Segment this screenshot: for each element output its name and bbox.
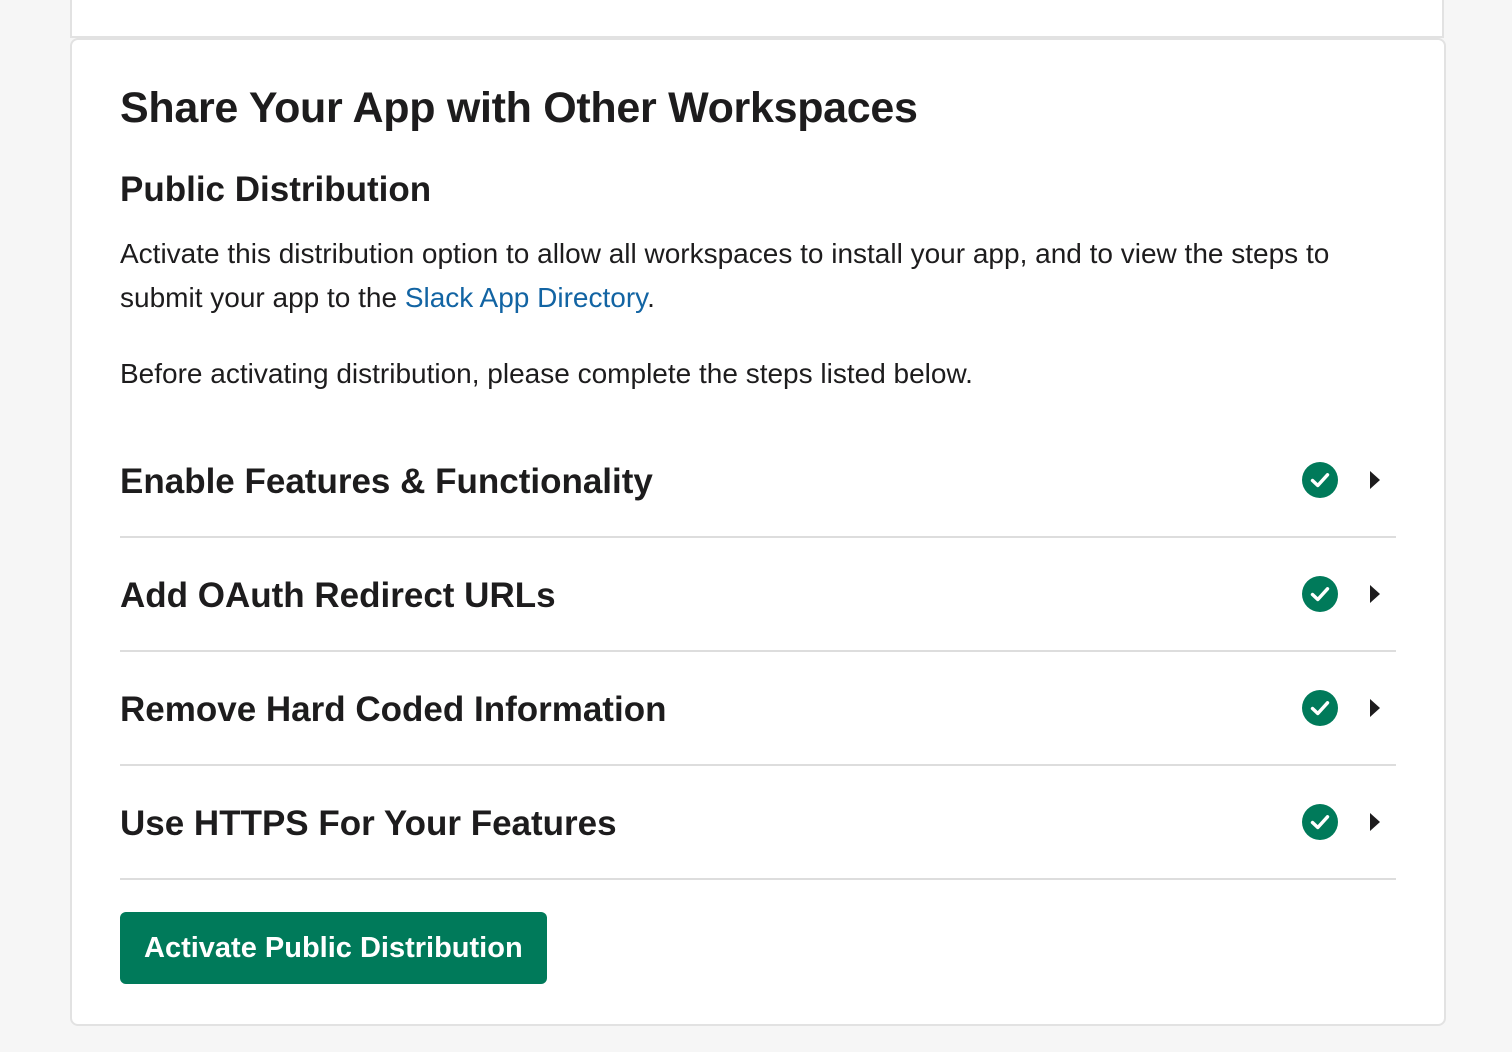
activate-public-distribution-button[interactable]: Activate Public Distribution: [120, 912, 547, 984]
step-remove-hard-coded-information[interactable]: Remove Hard Coded Information: [120, 652, 1396, 766]
page: Share Your App with Other Workspaces Pub…: [0, 0, 1512, 1052]
previous-card: [70, 0, 1444, 38]
steps-list: Enable Features & Functionality Add OAut…: [120, 424, 1396, 880]
description-end: .: [647, 282, 655, 313]
check-circle-icon: [1302, 462, 1338, 498]
step-add-oauth-redirect-urls[interactable]: Add OAuth Redirect URLs: [120, 538, 1396, 652]
section-title: Share Your App with Other Workspaces: [120, 84, 918, 132]
distribution-card: Share Your App with Other Workspaces Pub…: [70, 38, 1446, 1026]
chevron-right-icon[interactable]: [1368, 698, 1382, 718]
section-note: Before activating distribution, please c…: [120, 358, 973, 389]
check-circle-icon: [1302, 804, 1338, 840]
section-description: Activate this distribution option to all…: [120, 232, 1398, 320]
chevron-right-icon[interactable]: [1368, 812, 1382, 832]
step-label: Add OAuth Redirect URLs: [120, 576, 556, 615]
step-label: Enable Features & Functionality: [120, 462, 653, 501]
step-enable-features[interactable]: Enable Features & Functionality: [120, 424, 1396, 538]
chevron-right-icon[interactable]: [1368, 584, 1382, 604]
chevron-right-icon[interactable]: [1368, 470, 1382, 490]
step-label: Remove Hard Coded Information: [120, 690, 667, 729]
check-circle-icon: [1302, 576, 1338, 612]
check-circle-icon: [1302, 690, 1338, 726]
step-use-https[interactable]: Use HTTPS For Your Features: [120, 766, 1396, 880]
section-subtitle: Public Distribution: [120, 170, 432, 209]
slack-app-directory-link[interactable]: Slack App Directory: [405, 282, 647, 313]
description-text: Activate this distribution option to all…: [120, 238, 1330, 313]
step-label: Use HTTPS For Your Features: [120, 804, 617, 843]
